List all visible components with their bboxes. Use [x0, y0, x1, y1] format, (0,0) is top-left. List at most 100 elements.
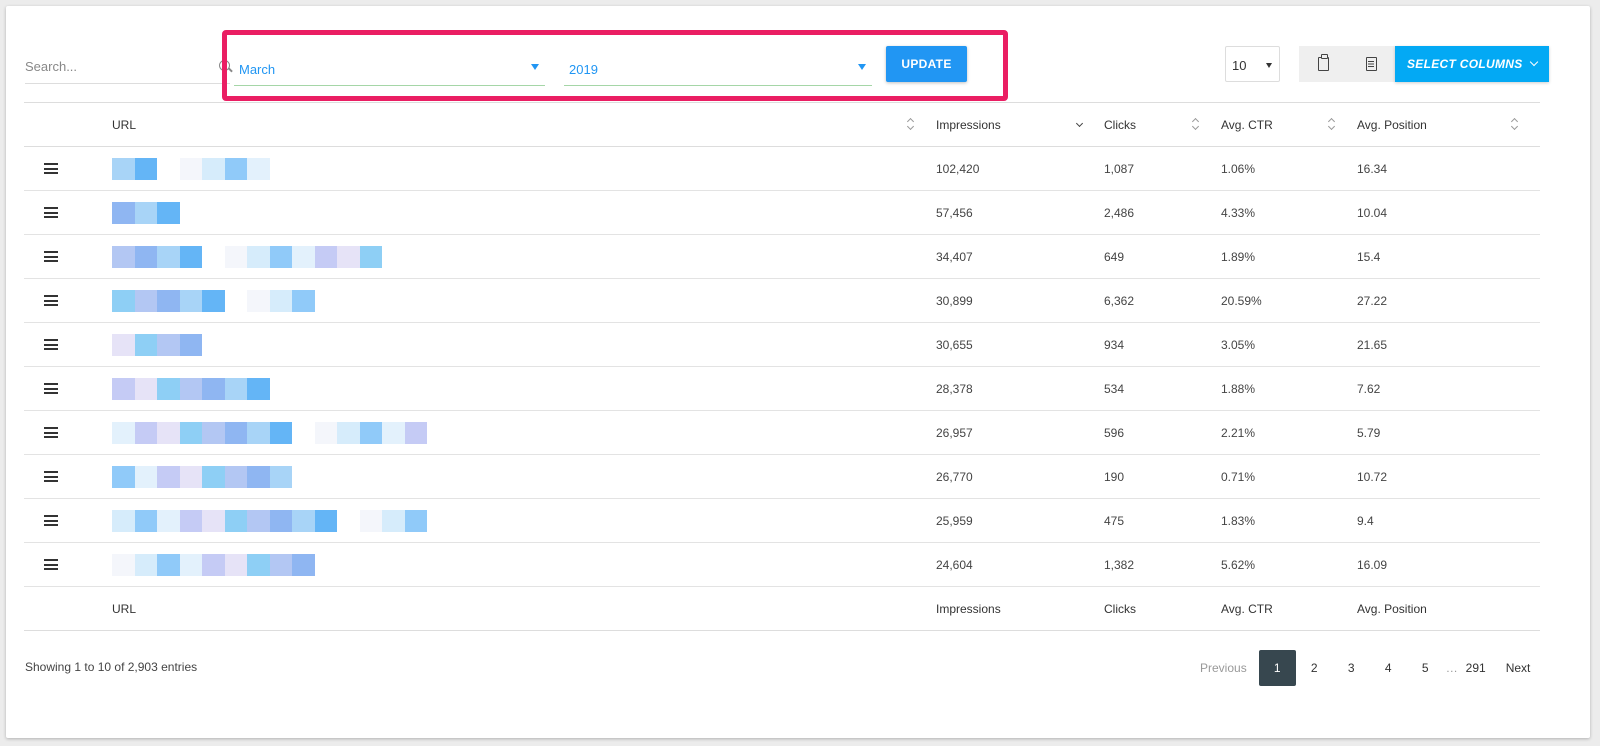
menu-icon[interactable]	[44, 471, 58, 482]
position-cell: 27.22	[1357, 293, 1388, 308]
update-button[interactable]: UPDATE	[886, 46, 967, 82]
url-cell[interactable]	[112, 411, 936, 455]
page-button-3[interactable]: 3	[1333, 650, 1370, 686]
menu-icon[interactable]	[44, 339, 58, 350]
url-cell[interactable]	[112, 367, 936, 411]
sort-icon	[1329, 119, 1335, 130]
url-cell[interactable]	[112, 279, 936, 323]
header-url[interactable]: URL	[112, 103, 936, 147]
year-select[interactable]: 2019	[564, 52, 872, 86]
chevron-down-icon	[1529, 57, 1538, 67]
row-menu-cell	[24, 191, 112, 235]
impressions-cell: 26,957	[936, 425, 973, 440]
sort-icon	[1512, 119, 1518, 130]
data-table: URL Impressions Clicks Avg. CTR Avg. Pos…	[24, 102, 1540, 631]
footer-clicks: Clicks	[1104, 601, 1136, 616]
ctr-cell: 5.62%	[1221, 557, 1256, 572]
footer-ctr: Avg. CTR	[1221, 601, 1273, 616]
page-button-last[interactable]: 291	[1460, 650, 1492, 686]
row-menu-cell	[24, 235, 112, 279]
impressions-cell: 30,655	[936, 337, 973, 352]
url-cell[interactable]	[112, 147, 936, 191]
table-row[interactable]: 26,770 190 0.71% 10.72	[24, 455, 1540, 499]
data-table-wrapper: URL Impressions Clicks Avg. CTR Avg. Pos…	[24, 102, 1540, 631]
clicks-cell: 1,382	[1104, 557, 1135, 572]
previous-page-button[interactable]: Previous	[1196, 661, 1251, 675]
ctr-cell: 0.71%	[1221, 469, 1256, 484]
url-cell[interactable]	[112, 455, 936, 499]
clicks-cell: 934	[1104, 337, 1125, 352]
ctr-cell: 1.89%	[1221, 249, 1256, 264]
position-cell: 5.79	[1357, 425, 1381, 440]
table-row[interactable]: 28,378 534 1.88% 7.62	[24, 367, 1540, 411]
csv-button[interactable]	[1347, 46, 1395, 82]
copy-button[interactable]	[1299, 46, 1347, 82]
ctr-cell: 1.83%	[1221, 513, 1256, 528]
table-row[interactable]: 30,899 6,362 20.59% 27.22	[24, 279, 1540, 323]
footer-impressions: Impressions	[936, 601, 1001, 616]
clicks-cell: 2,486	[1104, 205, 1135, 220]
menu-icon[interactable]	[44, 383, 58, 394]
url-cell[interactable]	[112, 235, 936, 279]
ctr-cell: 20.59%	[1221, 293, 1262, 308]
header-clicks[interactable]: Clicks	[1104, 103, 1221, 147]
row-menu-cell	[24, 367, 112, 411]
menu-icon[interactable]	[44, 163, 58, 174]
menu-icon[interactable]	[44, 515, 58, 526]
csv-icon	[1365, 57, 1377, 71]
position-cell: 16.09	[1357, 557, 1388, 572]
table-info: Showing 1 to 10 of 2,903 entries	[25, 660, 198, 674]
impressions-cell: 30,899	[936, 293, 973, 308]
url-cell[interactable]	[112, 543, 936, 587]
table-row[interactable]: 24,604 1,382 5.62% 16.09	[24, 543, 1540, 587]
search-input[interactable]	[25, 50, 210, 82]
clicks-cell: 1,087	[1104, 161, 1135, 176]
table-row[interactable]: 25,959 475 1.83% 9.4	[24, 499, 1540, 543]
page-button-5[interactable]: 5	[1407, 650, 1444, 686]
menu-icon[interactable]	[44, 295, 58, 306]
page-button-2[interactable]: 2	[1296, 650, 1333, 686]
table-row[interactable]: 34,407 649 1.89% 15.4	[24, 235, 1540, 279]
table-card: March 2019 UPDATE 10 SELECT COLUMNS	[6, 6, 1590, 738]
menu-icon[interactable]	[44, 559, 58, 570]
header-impressions-label: Impressions	[936, 117, 1001, 132]
row-menu-cell	[24, 323, 112, 367]
table-row[interactable]: 57,456 2,486 4.33% 10.04	[24, 191, 1540, 235]
redacted-url	[112, 333, 936, 356]
page-length-select[interactable]: 10	[1225, 46, 1280, 82]
table-row[interactable]: 30,655 934 3.05% 21.65	[24, 323, 1540, 367]
table-row[interactable]: 26,957 596 2.21% 5.79	[24, 411, 1540, 455]
header-ctr[interactable]: Avg. CTR	[1221, 103, 1357, 147]
footer-position: Avg. Position	[1357, 601, 1427, 616]
url-cell[interactable]	[112, 499, 936, 543]
menu-icon[interactable]	[44, 207, 58, 218]
url-cell[interactable]	[112, 191, 936, 235]
impressions-cell: 25,959	[936, 513, 973, 528]
url-cell[interactable]	[112, 323, 936, 367]
clipboard-icon	[1317, 54, 1329, 71]
position-cell: 9.4	[1357, 513, 1374, 528]
menu-icon[interactable]	[44, 251, 58, 262]
header-menu-cell	[24, 103, 112, 147]
select-columns-button[interactable]: SELECT COLUMNS	[1395, 46, 1549, 82]
row-menu-cell	[24, 147, 112, 191]
search-box	[25, 50, 230, 84]
position-cell: 16.34	[1357, 161, 1388, 176]
footer-menu-cell	[24, 587, 112, 631]
redacted-url	[112, 509, 936, 532]
table-row[interactable]: 102,420 1,087 1.06% 16.34	[24, 147, 1540, 191]
clicks-cell: 6,362	[1104, 293, 1135, 308]
page-button-4[interactable]: 4	[1370, 650, 1407, 686]
impressions-cell: 24,604	[936, 557, 973, 572]
row-menu-cell	[24, 455, 112, 499]
page-button-1[interactable]: 1	[1258, 650, 1296, 686]
header-position[interactable]: Avg. Position	[1357, 103, 1540, 147]
redacted-url	[112, 553, 936, 576]
impressions-cell: 26,770	[936, 469, 973, 484]
header-impressions[interactable]: Impressions	[936, 103, 1104, 147]
next-page-button[interactable]: Next	[1502, 661, 1535, 675]
sort-desc-icon	[1075, 119, 1084, 128]
menu-icon[interactable]	[44, 427, 58, 438]
month-select[interactable]: March	[234, 52, 545, 86]
month-value: March	[239, 62, 276, 77]
